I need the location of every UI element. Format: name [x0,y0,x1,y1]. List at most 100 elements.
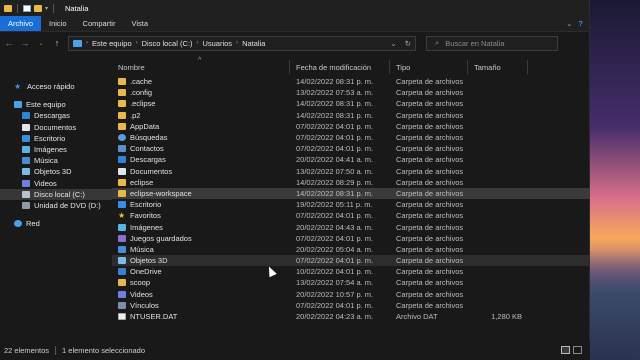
file-name-cell[interactable]: .p2 [112,111,290,120]
file-name-cell[interactable]: .cache [112,77,290,86]
column-header-date[interactable]: Fecha de modificación [290,60,390,74]
tab-compartir[interactable]: Compartir [75,16,124,31]
breadcrumb-separator-icon[interactable]: › [136,40,138,46]
file-name-cell[interactable]: .eclipse [112,99,290,108]
breadcrumb-disco-local[interactable]: Disco local (C:) [142,39,193,48]
search-box[interactable]: ⌕ Buscar en Natalia [426,35,558,51]
table-row[interactable]: .cache 14/02/2022 08:31 p. m. Carpeta de a… [112,76,590,87]
file-name-cell[interactable]: Contactos [112,144,290,153]
breadcrumb-natalia[interactable]: Natalia [242,39,265,48]
file-name-cell[interactable]: Juegos guardados [112,234,290,243]
breadcrumb-separator-icon[interactable]: › [86,40,88,46]
sidebar-item-dvd[interactable]: Unidad de DVD (D:) [0,200,112,211]
expand-ribbon-icon[interactable]: ⌄ [566,19,572,28]
file-name-cell[interactable]: Imágenes [112,223,290,232]
table-row[interactable]: Juegos guardados 07/02/2022 04:01 p. m. Ca… [112,233,590,244]
folder-icon [118,111,126,119]
sidebar-item-imagenes[interactable]: Imágenes [0,144,112,155]
file-date: 20/02/2022 04:41 a. m. [296,155,374,165]
file-name-cell[interactable]: OneDrive [112,267,290,276]
file-name-cell[interactable]: scoop [112,278,290,287]
refresh-icon[interactable]: ↻ [405,39,411,48]
objects-3d-icon [22,168,30,176]
sidebar-item-escritorio[interactable]: Escritorio [0,133,112,144]
breadcrumb-usuarios[interactable]: Usuarios [202,39,232,48]
file-name-cell[interactable]: Búsquedas [112,133,290,142]
address-bar[interactable]: › Este equipo › Disco local (C:) › Usuar… [68,35,416,51]
sort-ascending-icon: ^ [198,57,202,64]
customize-toolbar-icon[interactable]: ▾ [45,5,48,12]
file-name-cell[interactable]: Objetos 3D [112,256,290,265]
tab-vista[interactable]: Vista [123,16,156,31]
table-row[interactable]: ★ Favoritos 07/02/2022 04:01 p. m. Carpeta … [112,210,590,221]
file-size: 1,280 KB [491,312,522,322]
forward-icon[interactable]: → [20,38,30,48]
network-icon [14,220,22,228]
table-row[interactable]: .config 13/02/2022 07:53 a. m. Carpeta de … [112,87,590,98]
file-name-cell[interactable]: Documentos [112,167,290,176]
sidebar-item-disco-local[interactable]: Disco local (C:) [0,188,112,200]
table-row[interactable]: Imágenes 20/02/2022 04:43 a. m. Carpeta de… [112,221,590,232]
file-name-cell[interactable]: NTUSER.DAT [112,312,290,321]
file-type: Archivo DAT [396,312,438,322]
file-name-cell[interactable]: Música [112,245,290,254]
file-date: 07/02/2022 04:01 p. m. [296,144,374,154]
file-name-cell[interactable]: Videos [112,290,290,299]
sidebar-item-descargas[interactable]: Descargas [0,110,112,121]
column-header-type[interactable]: Tipo [390,60,468,74]
sidebar-item-documentos[interactable]: Documentos [0,122,112,133]
sidebar-item-videos[interactable]: Videos [0,178,112,189]
file-date: 19/02/2022 05:11 p. m. [296,200,373,210]
sidebar-item-musica[interactable]: Música [0,155,112,166]
tab-inicio[interactable]: Inicio [41,16,75,31]
table-row[interactable]: Música 20/02/2022 05:04 a. m. Carpeta de a… [112,244,590,255]
sidebar-item-este-equipo[interactable]: Este equipo [0,99,112,110]
sidebar-item-objetos-3d[interactable]: Objetos 3D [0,166,112,177]
table-row[interactable]: .eclipse 14/02/2022 08:31 p. m. Carpeta de… [112,98,590,109]
table-row[interactable]: Documentos 13/02/2022 07:50 a. m. Carpeta … [112,166,590,177]
table-row[interactable]: Búsquedas 07/02/2022 04:01 p. m. Carpeta d… [112,132,590,143]
up-icon[interactable]: ↑ [52,38,62,48]
table-row[interactable]: eclipse 14/02/2022 08:29 p. m. Carpeta de … [112,177,590,188]
table-row[interactable]: Videos 20/02/2022 10:57 p. m. Carpeta de a… [112,289,590,300]
table-row[interactable]: Contactos 07/02/2022 04:01 p. m. Carpeta d… [112,143,590,154]
table-row[interactable]: Escritorio 19/02/2022 05:11 p. m. Carpeta … [112,199,590,210]
breadcrumb-este-equipo[interactable]: Este equipo [92,39,132,48]
large-icons-view-icon[interactable] [573,346,582,354]
properties-icon[interactable] [23,4,31,12]
file-name-cell[interactable]: .config [112,88,290,97]
column-headers: ^ Nombre Fecha de modificación Tipo Tama… [112,57,590,74]
table-row[interactable]: Objetos 3D 07/02/2022 04:01 p. m. Carpeta … [112,255,590,267]
table-row[interactable]: NTUSER.DAT 20/02/2022 04:23 a. m. Archivo … [112,311,590,322]
file-name-cell[interactable]: Descargas [112,155,290,164]
details-view-icon[interactable] [561,346,570,354]
file-name-cell[interactable]: ★ Favoritos [112,211,290,220]
file-name: Contactos [130,144,164,154]
breadcrumb-separator-icon[interactable]: › [196,40,198,46]
sidebar-item-acceso-rapido[interactable]: ★ Acceso rápido [0,81,112,92]
recent-locations-icon[interactable]: ⌄ [36,40,46,47]
address-dropdown-icon[interactable]: ⌄ [390,39,396,48]
help-icon[interactable]: ? [578,19,583,28]
videos-icon [118,290,126,298]
column-header-size[interactable]: Tamaño [468,60,528,74]
table-row[interactable]: OneDrive 10/02/2022 04:01 p. m. Carpeta de… [112,266,590,277]
tab-archivo[interactable]: Archivo [0,16,42,31]
table-row[interactable]: scoop 13/02/2022 07:54 a. m. Carpeta de ar… [112,277,590,288]
search-input[interactable]: Buscar en Natalia [445,39,504,48]
file-name-cell[interactable]: eclipse [112,178,290,187]
file-name-cell[interactable]: AppData [112,122,290,131]
breadcrumb-separator-icon[interactable]: › [236,40,238,46]
file-name-cell[interactable]: eclipse-workspace [112,189,290,198]
table-row[interactable]: AppData 07/02/2022 04:01 p. m. Carpeta de … [112,121,590,132]
sidebar-item-red[interactable]: Red [0,218,112,229]
new-folder-icon[interactable] [34,4,42,12]
table-row[interactable]: .p2 14/02/2022 08:31 p. m. Carpeta de arch… [112,110,590,121]
file-name-cell[interactable]: Vínculos [112,301,290,310]
file-name-cell[interactable]: Escritorio [112,200,290,209]
table-row[interactable]: Descargas 20/02/2022 04:41 a. m. Carpeta d… [112,154,590,165]
back-icon[interactable]: ← [4,38,14,48]
computer-icon [14,101,22,109]
table-row[interactable]: eclipse-workspace 14/02/2022 08:31 p. m. C… [112,187,590,200]
table-row[interactable]: Vínculos 07/02/2022 04:01 p. m. Carpeta de… [112,300,590,311]
